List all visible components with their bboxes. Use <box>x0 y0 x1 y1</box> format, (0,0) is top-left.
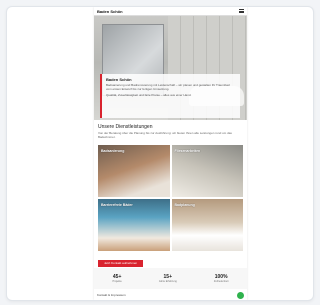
service-card[interactable]: Badplanung <box>171 198 243 251</box>
stat-item: 15+ Jahre Erfahrung <box>159 274 177 283</box>
services-heading: Unsere Dienstleistungen <box>98 124 153 130</box>
service-card-label: Badsanierung <box>101 148 125 153</box>
stat-item: 45+ Projekte <box>113 274 122 283</box>
hero-banner: Baden Schön Badsanierung und Badrenovier… <box>94 16 247 120</box>
site-logo[interactable]: Baden Schön <box>97 9 123 14</box>
site-header: Baden Schön <box>94 7 247 16</box>
contact-button[interactable]: Jetzt Kontakt aufnehmen <box>98 259 144 267</box>
hamburger-icon[interactable] <box>239 9 244 13</box>
stat-caption: Zufriedenheit <box>213 280 229 283</box>
services-section: Unsere Dienstleistungen Von der Beratung… <box>94 120 247 140</box>
hero-title: Baden Schön <box>106 77 132 82</box>
services-intro: Von der Beratung über die Planung bis zu… <box>98 131 232 139</box>
preview-card: Baden Schön Baden Schön Badsanierung und… <box>6 6 314 301</box>
whatsapp-icon[interactable] <box>237 291 244 299</box>
footer-link[interactable]: Kontakt & Impressum <box>97 293 126 297</box>
website-preview[interactable]: Baden Schön Baden Schön Badsanierung und… <box>94 7 247 300</box>
service-card-label: Badplanung <box>174 202 195 207</box>
service-card[interactable]: Badsanierung <box>98 144 170 197</box>
service-card[interactable]: Barrierefreie Bäder <box>98 198 170 251</box>
hero-text-1: Badsanierung und Badrenovierung mit Leid… <box>106 83 230 91</box>
service-card-label: Fliesenarbeiten <box>174 148 201 153</box>
hero-text-2: Qualität, Zuverlässigkeit und faire Prei… <box>106 92 192 97</box>
site-footer: Kontakt & Impressum <box>94 290 247 300</box>
hero-text-box: Baden Schön Badsanierung und Badrenovier… <box>100 74 240 118</box>
stat-caption: Jahre Erfahrung <box>158 280 177 283</box>
stats-bar: 45+ Projekte 15+ Jahre Erfahrung 100% Zu… <box>94 268 247 289</box>
stat-item: 100% Zufriedenheit <box>214 274 229 283</box>
service-card-label: Barrierefreie Bäder <box>101 202 133 207</box>
service-card[interactable]: Fliesenarbeiten <box>171 144 243 197</box>
stat-caption: Projekte <box>112 280 122 283</box>
services-gallery: Badsanierung Fliesenarbeiten Barrierefre… <box>98 144 243 251</box>
